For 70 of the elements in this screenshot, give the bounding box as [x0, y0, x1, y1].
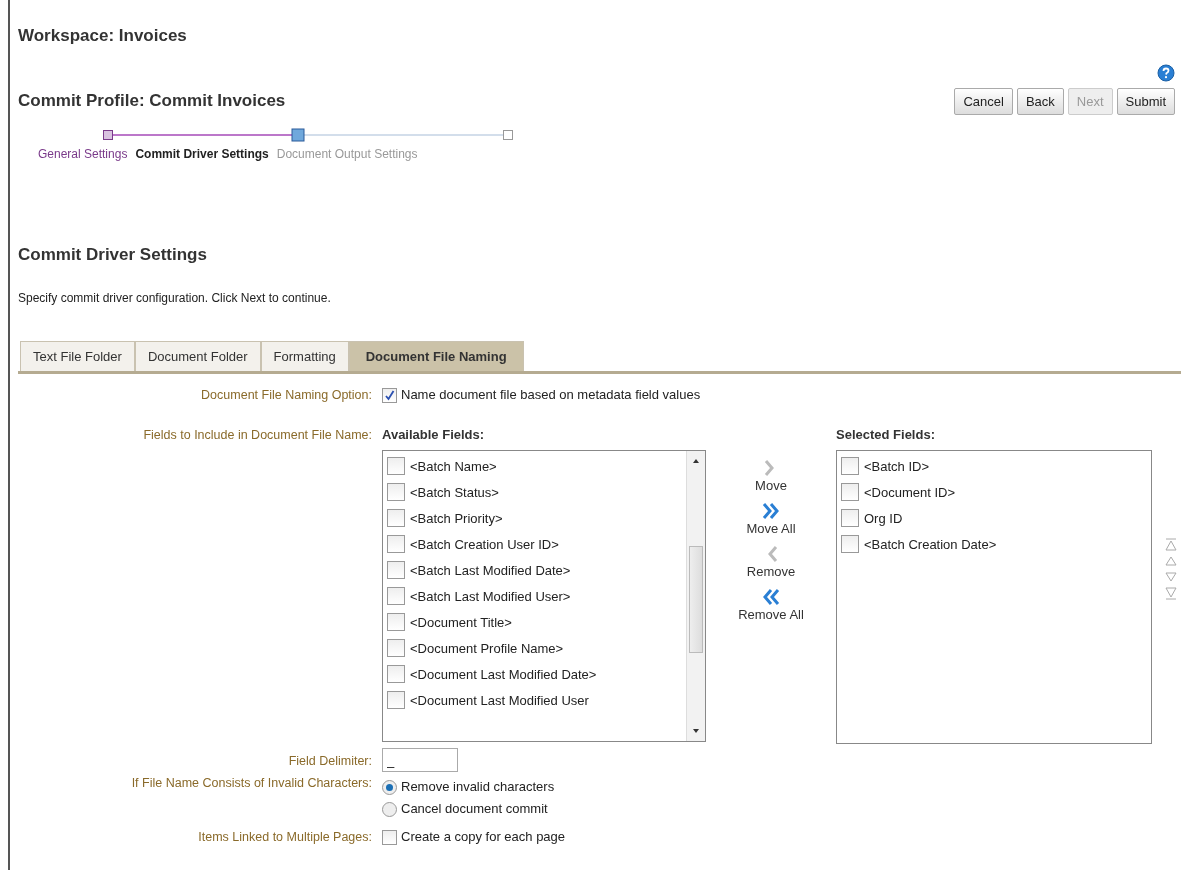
move-down-icon[interactable]: [1164, 570, 1178, 584]
checkbox[interactable]: [841, 535, 859, 553]
list-item[interactable]: <Document ID>: [864, 484, 956, 500]
field-label: If File Name Consists of Invalid Characters:: [130, 775, 372, 792]
checkbox[interactable]: [387, 457, 405, 475]
tab[interactable]: Text File Folder: [20, 341, 135, 371]
checkbox[interactable]: [387, 613, 405, 631]
checkbox[interactable]: [387, 535, 405, 553]
move-up-icon[interactable]: [1164, 554, 1178, 568]
scrollbar[interactable]: [686, 451, 705, 741]
list-item[interactable]: <Batch Creation User ID>: [410, 536, 559, 552]
list-item[interactable]: <Document Last Modified Date>: [410, 666, 597, 682]
field-label: Fields to Include in Document File Name:: [142, 427, 372, 444]
radio-button[interactable]: [382, 801, 397, 817]
checkbox[interactable]: [841, 457, 859, 475]
checkbox-label: Create a copy for each page: [401, 828, 566, 846]
list-item[interactable]: <Batch Last Modified User>: [410, 588, 571, 604]
list-item[interactable]: <Batch Status>: [410, 484, 499, 500]
tab[interactable]: Formatting: [260, 341, 349, 371]
toolbar-button[interactable]: Submit: [1116, 88, 1175, 115]
list-item[interactable]: <Batch Creation Date>: [864, 536, 997, 552]
field-label: Field Delimiter:: [287, 753, 372, 770]
train-step: Document Output Settings: [276, 147, 418, 161]
checkbox[interactable]: [387, 483, 405, 501]
list-item[interactable]: <Document Profile Name>: [410, 640, 564, 656]
checkbox[interactable]: [382, 829, 397, 845]
checkbox[interactable]: [382, 387, 397, 403]
checkbox-label: Name document file based on metadata field values: [401, 386, 701, 404]
double-chevron-left-icon: [762, 587, 780, 607]
list-item[interactable]: <Batch Last Modified Date>: [410, 562, 571, 578]
shuttle-button[interactable]: Move All: [746, 501, 796, 536]
checkbox[interactable]: [387, 587, 405, 605]
checkbox[interactable]: [387, 639, 405, 657]
shuttle-button[interactable]: Remove All: [738, 587, 804, 622]
page-title: Workspace: Invoices: [18, 25, 188, 46]
move-top-icon[interactable]: [1164, 538, 1178, 552]
profile-title: Commit Profile: Commit Invoices: [18, 91, 286, 112]
scroll-down-icon[interactable]: [692, 727, 700, 735]
double-chevron-right-icon: [762, 501, 780, 521]
checkbox[interactable]: [387, 691, 405, 709]
input-field[interactable]: _: [382, 748, 458, 772]
field-label: Document File Naming Option:: [200, 387, 372, 404]
checkbox[interactable]: [387, 561, 405, 579]
radio-label: Remove invalid characters: [401, 778, 555, 796]
list-item[interactable]: <Document Title>: [410, 614, 512, 630]
checkbox[interactable]: [841, 483, 859, 501]
tab[interactable]: Document File Naming: [348, 341, 524, 371]
list-item[interactable]: <Document Last Modified User: [410, 692, 589, 708]
list-item[interactable]: <Batch Name>: [410, 458, 497, 474]
section-title: Commit Driver Settings: [18, 245, 208, 265]
train-step: Commit Driver Settings: [135, 147, 269, 161]
checkbox[interactable]: [841, 509, 859, 527]
scroll-up-icon[interactable]: [692, 457, 700, 465]
radio-label: Cancel document commit: [401, 800, 548, 818]
train-step[interactable]: General Settings: [38, 147, 128, 161]
list-item[interactable]: <Batch Priority>: [410, 510, 503, 526]
list-item[interactable]: <Batch ID>: [864, 458, 930, 474]
list-heading: Available Fields:: [382, 426, 486, 444]
radio-button[interactable]: [382, 779, 397, 795]
checkbox[interactable]: [387, 665, 405, 683]
field-label: Items Linked to Multiple Pages:: [197, 829, 372, 846]
list-item[interactable]: Org ID: [864, 510, 903, 526]
move-bottom-icon[interactable]: [1164, 586, 1178, 600]
toolbar-button[interactable]: Back: [1016, 88, 1064, 115]
tab[interactable]: Document Folder: [134, 341, 261, 371]
help-icon[interactable]: [1157, 64, 1175, 82]
toolbar-button[interactable]: Cancel: [954, 88, 1013, 115]
checkbox[interactable]: [387, 509, 405, 527]
description: Specify commit driver configuration. Click Next to continue.: [18, 291, 332, 305]
list-heading: Selected Fields:: [836, 426, 936, 444]
